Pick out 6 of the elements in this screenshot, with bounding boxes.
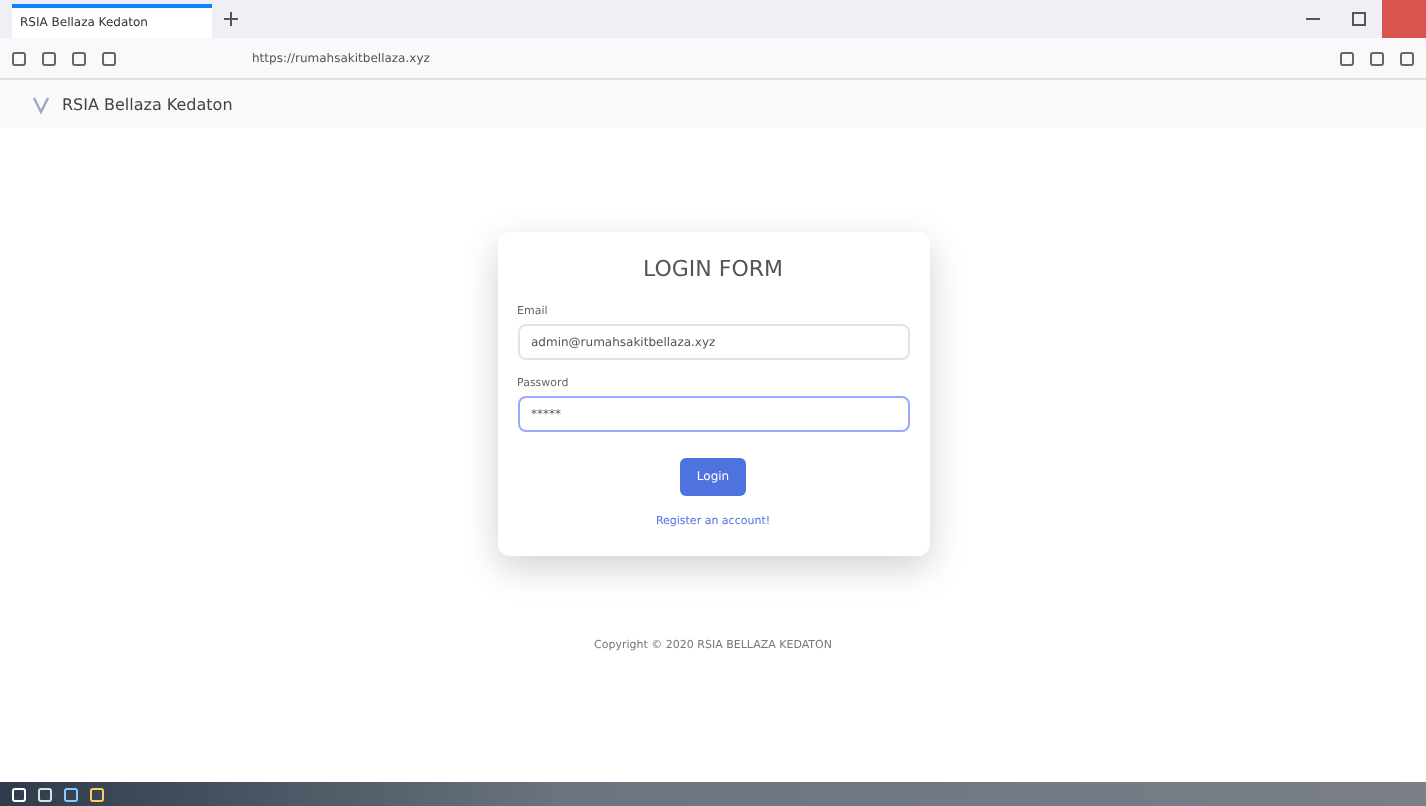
form-title: LOGIN FORM <box>640 256 785 282</box>
logo-icon <box>32 95 50 113</box>
brand-name[interactable]: RSIA Bellaza Kedaton <box>62 95 233 113</box>
minimize-icon[interactable] <box>1306 12 1320 26</box>
maximize-icon[interactable] <box>1352 12 1366 26</box>
new-tab-icon[interactable] <box>224 12 238 26</box>
